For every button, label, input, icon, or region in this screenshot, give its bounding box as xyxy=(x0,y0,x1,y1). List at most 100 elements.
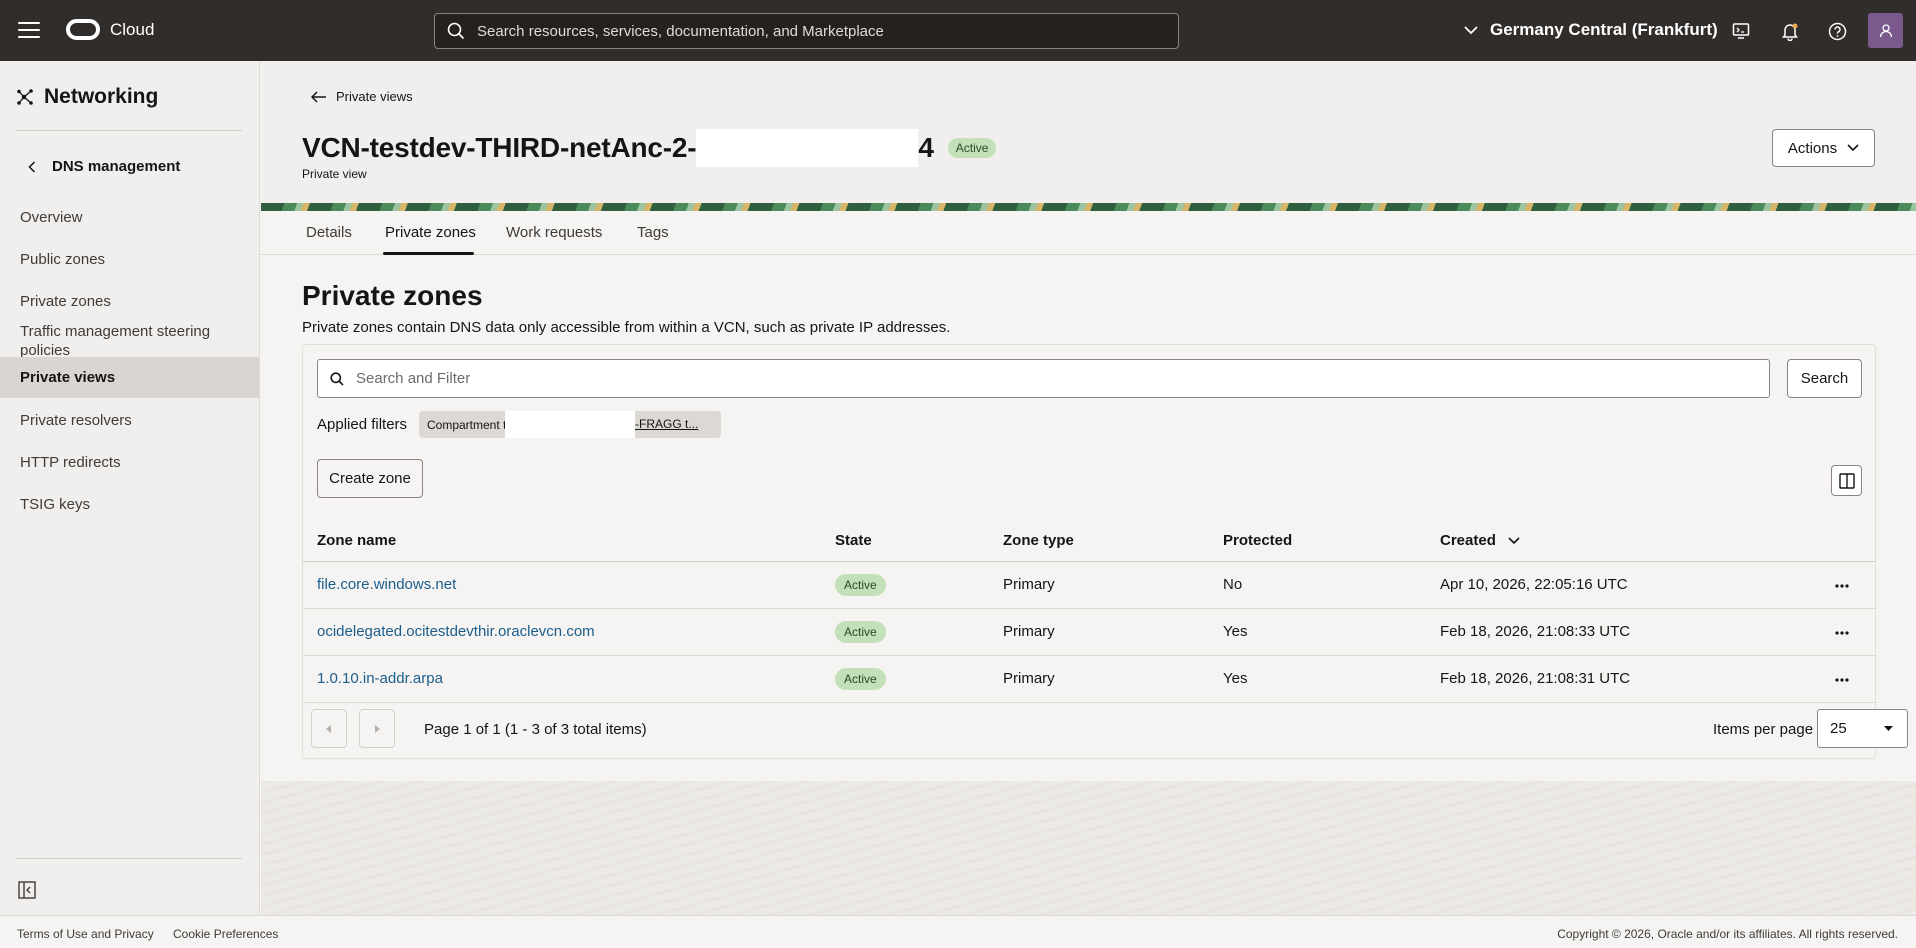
sidebar-item-private-views[interactable]: Private views xyxy=(0,357,259,398)
sort-descending-icon xyxy=(1508,536,1520,544)
caret-right-icon xyxy=(375,724,380,733)
status-badge: Active xyxy=(835,668,886,690)
sidebar-item-private-zones[interactable]: Private zones xyxy=(0,284,259,318)
sidebar-item-label: Traffic management steering policies xyxy=(20,323,211,359)
row-actions-icon[interactable] xyxy=(1833,576,1851,596)
region-label: Germany Central (Frankfurt) xyxy=(1490,20,1718,39)
tab-tags[interactable]: Tags xyxy=(637,224,669,241)
menu-icon[interactable] xyxy=(18,20,40,40)
compartment-filter-chip[interactable]: Compartment t -FRAGG t... xyxy=(419,411,721,438)
applied-filters-label: Applied filters xyxy=(317,416,408,433)
caret-down-icon xyxy=(1884,726,1893,731)
sidebar-title: Networking xyxy=(16,85,158,109)
collapse-sidebar-icon[interactable] xyxy=(18,881,36,903)
column-header-protected[interactable]: Protected xyxy=(1223,532,1292,549)
sidebar: Networking DNS management Overview Publi… xyxy=(0,61,260,915)
chevron-down-icon xyxy=(1847,144,1859,152)
sidebar-item-public-zones[interactable]: Public zones xyxy=(0,242,259,276)
oracle-cloud-logo[interactable]: Cloud xyxy=(66,19,154,40)
zones-panel: Search Applied filters Compartment t -FR… xyxy=(302,344,1908,759)
user-icon xyxy=(1879,23,1892,37)
sidebar-item-label: Overview xyxy=(20,208,83,226)
zone-type: Primary xyxy=(1003,670,1055,687)
main-content: Private views VCN-testdev-THIRD-netAnc-2… xyxy=(261,61,1916,915)
items-per-page-select[interactable]: 25 xyxy=(1817,709,1908,748)
sidebar-item-label: Private views xyxy=(20,369,116,386)
table-row: ocidelegated.ocitestdevthir.oraclevcn.co… xyxy=(303,609,1875,656)
decorative-banner xyxy=(261,203,1916,211)
items-per-page-value: 25 xyxy=(1830,720,1847,737)
page-subtitle: Private view xyxy=(302,167,367,181)
column-header-zone-name[interactable]: Zone name xyxy=(317,532,396,549)
sidebar-item-overview[interactable]: Overview xyxy=(0,200,259,234)
column-settings-icon[interactable] xyxy=(1831,465,1862,496)
terms-link[interactable]: Terms of Use and Privacy xyxy=(17,927,154,941)
protected-value: No xyxy=(1223,576,1243,593)
help-icon[interactable] xyxy=(1826,20,1848,42)
sidebar-item-http-redirects[interactable]: HTTP redirects xyxy=(0,445,259,479)
notifications-bell-icon[interactable] xyxy=(1779,20,1801,42)
sidebar-item-label: Private resolvers xyxy=(20,411,132,429)
column-header-state[interactable]: State xyxy=(835,532,872,549)
user-avatar[interactable] xyxy=(1868,13,1903,48)
footer: Terms of Use and Privacy Cookie Preferen… xyxy=(0,915,1916,948)
page-title: VCN-testdev-THIRD-netAnc-2- 4 Active xyxy=(302,129,997,167)
column-header-created[interactable]: Created xyxy=(1440,532,1520,549)
zone-name-link[interactable]: file.core.windows.net xyxy=(317,576,456,593)
table-header: Zone name State Zone type Protected Crea… xyxy=(303,518,1875,562)
global-search[interactable] xyxy=(434,13,1179,49)
decorative-background xyxy=(261,781,1916,915)
sidebar-item-label: HTTP redirects xyxy=(20,453,121,471)
row-actions-icon[interactable] xyxy=(1833,670,1851,690)
chevron-down-icon xyxy=(1464,25,1478,34)
actions-button[interactable]: Actions xyxy=(1772,129,1875,167)
tab-work-requests[interactable]: Work requests xyxy=(506,224,602,241)
page-title-prefix: VCN-testdev-THIRD-netAnc-2- xyxy=(302,132,697,163)
created-date: Apr 10, 2026, 22:05:16 UTC xyxy=(1440,576,1628,593)
arrow-left-icon xyxy=(311,90,326,103)
networking-icon xyxy=(17,89,33,105)
create-zone-button[interactable]: Create zone xyxy=(317,459,423,498)
brand-label: Cloud xyxy=(110,19,155,39)
zone-name-link[interactable]: 1.0.10.in-addr.arpa xyxy=(317,670,443,687)
region-selector[interactable]: Germany Central (Frankfurt) xyxy=(1464,20,1718,40)
previous-page-button[interactable] xyxy=(311,709,347,748)
cookie-preferences-link[interactable]: Cookie Preferences xyxy=(173,927,278,941)
sidebar-item-label: TSIG keys xyxy=(20,495,91,513)
row-actions-icon[interactable] xyxy=(1833,623,1851,643)
section-title: Private zones xyxy=(302,280,483,311)
protected-value: Yes xyxy=(1223,670,1248,687)
next-page-button[interactable] xyxy=(359,709,395,748)
global-search-input[interactable] xyxy=(477,22,1157,40)
pagination: Page 1 of 1 (1 - 3 of 3 total items) Ite… xyxy=(303,703,1908,759)
tab-details[interactable]: Details xyxy=(306,224,352,241)
page-status-text: Page 1 of 1 (1 - 3 of 3 total items) xyxy=(424,721,647,738)
cloud-shell-icon[interactable] xyxy=(1730,20,1752,42)
search-filter-input[interactable] xyxy=(356,370,1736,387)
sidebar-title-label: Networking xyxy=(44,85,159,108)
search-button[interactable]: Search xyxy=(1787,359,1862,398)
status-badge: Active xyxy=(835,574,886,596)
back-link-label: Private views xyxy=(336,89,413,104)
search-filter-field[interactable] xyxy=(317,359,1770,398)
chevron-left-icon xyxy=(28,160,36,173)
table-row: file.core.windows.net Active Primary No … xyxy=(303,562,1875,609)
column-header-zone-type[interactable]: Zone type xyxy=(1003,532,1074,549)
sidebar-item-label: Private zones xyxy=(20,292,111,310)
sidebar-item-private-resolvers[interactable]: Private resolvers xyxy=(0,403,259,437)
protected-value: Yes xyxy=(1223,623,1248,640)
back-to-private-views-link[interactable]: Private views xyxy=(311,89,413,104)
table-row: 1.0.10.in-addr.arpa Active Primary Yes F… xyxy=(303,656,1875,703)
zone-type: Primary xyxy=(1003,623,1055,640)
status-badge: Active xyxy=(947,138,997,158)
sidebar-item-tsig-keys[interactable]: TSIG keys xyxy=(0,487,259,521)
tab-private-zones[interactable]: Private zones xyxy=(385,224,476,241)
redacted-block xyxy=(696,129,919,167)
copyright-text: Copyright © 2026, Oracle and/or its affi… xyxy=(1557,927,1898,941)
filter-chip-label: Compartment t xyxy=(427,417,507,432)
zone-name-link[interactable]: ocidelegated.ocitestdevthir.oraclevcn.co… xyxy=(317,623,595,640)
created-date: Feb 18, 2026, 21:08:33 UTC xyxy=(1440,623,1631,640)
redacted-block xyxy=(505,411,635,438)
sidebar-back-dns-management[interactable]: DNS management xyxy=(28,158,180,175)
sidebar-back-label: DNS management xyxy=(52,158,181,175)
